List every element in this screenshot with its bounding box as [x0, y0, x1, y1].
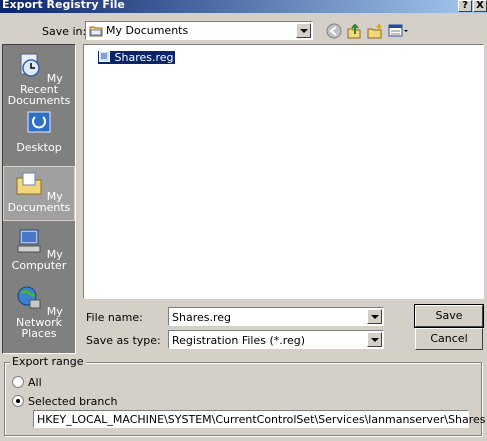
place-my-computer[interactable]: My Computer	[3, 225, 75, 271]
save-button[interactable]: Save	[414, 304, 484, 328]
views-menu-icon[interactable]	[388, 23, 410, 39]
export-range-label: Export range	[10, 355, 86, 368]
my-documents-icon	[16, 172, 42, 195]
network-places-icon	[17, 286, 41, 309]
registry-file-icon	[99, 51, 110, 62]
close-icon[interactable]: X	[473, 0, 487, 12]
file-name-input[interactable]: Shares.reg	[172, 311, 231, 324]
save-in-label: Save in:	[42, 25, 87, 38]
all-radio[interactable]	[12, 376, 24, 388]
file-name-combo[interactable]: Shares.reg	[168, 307, 384, 326]
back-icon[interactable]	[326, 23, 342, 39]
file-name: Shares.reg	[114, 51, 174, 64]
title-bar[interactable]: Export Registry File ? X	[0, 0, 487, 13]
up-folder-icon[interactable]	[346, 23, 362, 39]
file-item[interactable]: Shares.reg	[97, 50, 176, 65]
selected-branch-radio[interactable]	[12, 395, 24, 407]
cancel-button[interactable]: Cancel	[415, 328, 483, 350]
folder-icon	[89, 26, 103, 37]
branch-path-value: HKEY_LOCAL_MACHINE\SYSTEM\CurrentControl…	[37, 413, 486, 426]
help-icon[interactable]: ?	[458, 0, 472, 12]
recent-documents-icon	[20, 53, 40, 77]
place-my-recent-documents[interactable]: My Recent Documents	[3, 49, 75, 106]
place-my-network-places[interactable]: My Network Places	[3, 282, 75, 339]
my-computer-icon	[17, 229, 41, 253]
place-label: Desktop	[16, 141, 62, 154]
window-title: Export Registry File	[2, 0, 125, 11]
desktop-icon	[27, 111, 51, 133]
branch-path-input[interactable]: HKEY_LOCAL_MACHINE\SYSTEM\CurrentControl…	[33, 410, 485, 428]
save-in-dropdown-arrow[interactable]	[296, 23, 311, 38]
file-list[interactable]: Shares.reg	[83, 44, 484, 299]
save-as-type-label: Save as type:	[86, 334, 161, 347]
save-as-type-value: Registration Files (*.reg)	[172, 334, 306, 347]
place-my-documents[interactable]: My Documents	[3, 166, 75, 221]
save-as-type-select[interactable]: Registration Files (*.reg)	[168, 330, 384, 349]
places-bar: My Recent Documents Desktop My Documents…	[2, 44, 76, 354]
all-radio-label[interactable]: All	[28, 376, 42, 389]
file-name-label: File name:	[86, 311, 143, 324]
new-folder-icon[interactable]	[367, 23, 383, 39]
file-name-dropdown-arrow[interactable]	[367, 309, 382, 324]
selected-branch-label[interactable]: Selected branch	[28, 395, 117, 408]
save-in-value: My Documents	[106, 24, 189, 37]
place-desktop[interactable]: Desktop	[3, 107, 75, 153]
save-as-type-dropdown-arrow[interactable]	[367, 332, 382, 347]
save-in-combo[interactable]: My Documents	[85, 21, 313, 40]
